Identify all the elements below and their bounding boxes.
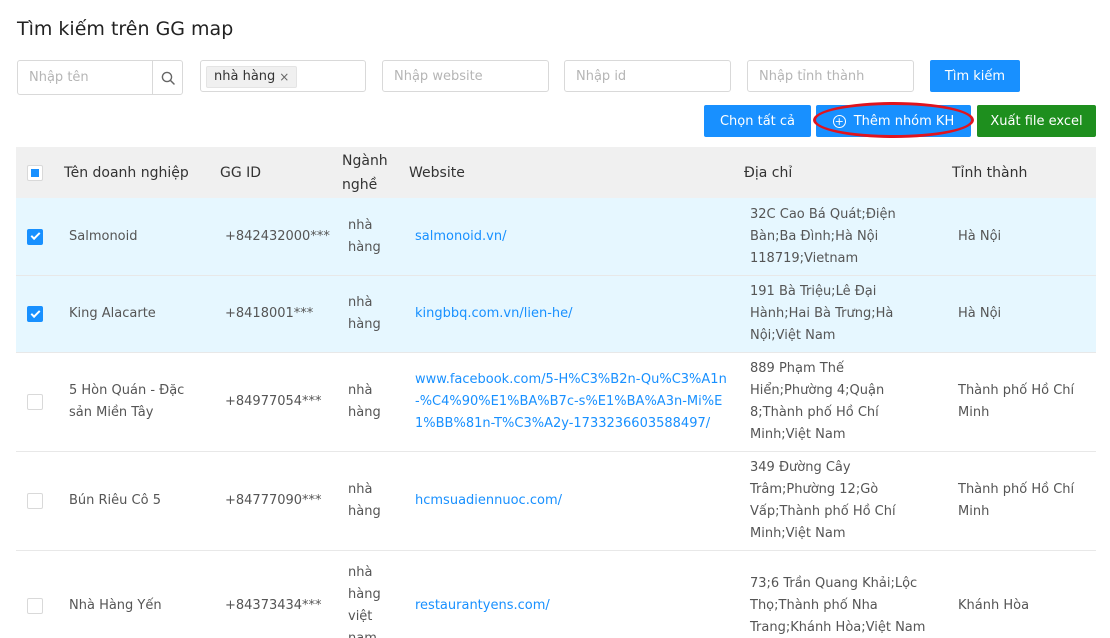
website-input[interactable] [382, 60, 549, 92]
cell-province: Thành phố Hồ Chí Minh [958, 383, 1075, 420]
cell-gg-id: +842432000*** [225, 228, 330, 244]
cell-website-link[interactable]: www.facebook.com/5-H%C3%B2n-Qu%C3%A1n-%C… [415, 353, 730, 451]
cell-address: 191 Bà Triệu;Lê Đại Hành;Hai Bà Trưng;Hà… [750, 284, 894, 343]
industry-select[interactable]: nhà hàng × [200, 60, 366, 92]
table-row[interactable]: 5 Hòn Quán - Đặc sản Miền Tây +84977054*… [16, 353, 1096, 452]
cell-name: Nhà Hàng Yến [69, 598, 162, 613]
table-row[interactable]: King Alacarte +8418001*** nhà hàng kingb… [16, 276, 1096, 353]
row-checkbox[interactable] [27, 228, 43, 245]
cell-gg-id: +8418001*** [225, 306, 314, 321]
table-header: Tên doanh nghiệp GG ID Ngành nghề Websit… [16, 147, 1096, 198]
header-industry: Ngành nghề [342, 152, 388, 193]
cell-gg-id: +84977054*** [225, 394, 322, 409]
table-row[interactable]: Bún Riêu Cô 5 +84777090*** nhà hàng hcms… [16, 452, 1096, 551]
header-province: Tỉnh thành [952, 164, 1028, 181]
close-icon[interactable]: × [279, 70, 289, 84]
cell-website-link[interactable]: kingbbq.com.vn/lien-he/ [415, 276, 730, 352]
cell-industry: nhà hàng [348, 217, 381, 255]
table-row[interactable]: Nhà Hàng Yến +84373434*** nhà hàng việt … [16, 551, 1096, 638]
cell-website-link[interactable]: hcmsuadiennuoc.com/ [415, 452, 730, 550]
name-input[interactable] [18, 61, 152, 94]
id-input[interactable] [564, 60, 731, 92]
cell-province: Thành phố Hồ Chí Minh [958, 482, 1075, 519]
export-excel-button[interactable]: Xuất file excel [977, 105, 1096, 137]
row-checkbox[interactable] [27, 598, 43, 614]
search-icon [161, 71, 175, 85]
add-customer-group-button[interactable]: + Thêm nhóm KH [816, 105, 971, 137]
province-input[interactable] [747, 60, 914, 92]
cell-name: King Alacarte [69, 306, 156, 321]
search-button[interactable]: Tìm kiếm [930, 60, 1020, 92]
page-title: Tìm kiếm trên GG map [17, 18, 234, 40]
cell-name: 5 Hòn Quán - Đặc sản Miền Tây [69, 383, 185, 420]
cell-address: 349 Đường Cây Trâm;Phường 12;Gò Vấp;Thàn… [750, 460, 896, 541]
cell-industry: nhà hàng [348, 383, 381, 420]
cell-province: Hà Nội [958, 306, 1002, 321]
cell-industry: nhà hàng [348, 482, 381, 519]
select-all-checkbox[interactable] [27, 164, 43, 181]
row-checkbox-cell [27, 353, 43, 451]
row-checkbox-cell [27, 276, 43, 352]
cell-website-link[interactable]: restaurantyens.com/ [415, 551, 730, 638]
table-row[interactable]: Salmonoid +842432000*** nhà hàng salmono… [16, 198, 1096, 276]
cell-gg-id: +84777090*** [225, 493, 322, 508]
cell-industry: nhà hàng việt nam [348, 565, 381, 638]
header-gg-id: GG ID [220, 164, 262, 181]
cell-address: 889 Phạm Thế Hiển;Phường 4;Quận 8;Thành … [750, 361, 885, 442]
add-group-label: Thêm nhóm KH [853, 113, 955, 129]
row-checkbox[interactable] [27, 394, 43, 410]
plus-circle-icon: + [832, 114, 846, 128]
row-checkbox[interactable] [27, 306, 43, 322]
row-checkbox-cell [27, 551, 43, 638]
cell-address: 73;6 Trần Quang Khải;Lộc Thọ;Thành phố N… [750, 576, 926, 635]
select-all-button[interactable]: Chọn tất cả [704, 105, 811, 137]
industry-tag: nhà hàng × [206, 65, 298, 88]
row-checkbox-cell [27, 452, 43, 550]
cell-gg-id: +84373434*** [225, 598, 322, 613]
search-icon-button[interactable] [152, 61, 182, 94]
cell-name: Bún Riêu Cô 5 [69, 493, 161, 508]
results-table: Tên doanh nghiệp GG ID Ngành nghề Websit… [16, 147, 1096, 638]
cell-address: 32C Cao Bá Quát;Điện Bàn;Ba Đình;Hà Nội … [750, 206, 896, 266]
industry-tag-label: nhà hàng [214, 69, 276, 84]
header-checkbox-cell [27, 147, 43, 198]
cell-province: Hà Nội [958, 228, 1002, 244]
cell-industry: nhà hàng [348, 295, 381, 332]
header-name: Tên doanh nghiệp [64, 164, 189, 181]
row-checkbox[interactable] [27, 493, 43, 509]
cell-province: Khánh Hòa [958, 598, 1030, 613]
header-address: Địa chỉ [744, 164, 793, 181]
row-checkbox-cell [27, 198, 43, 275]
header-website: Website [409, 164, 465, 181]
name-search-group [17, 60, 183, 95]
cell-name: Salmonoid [69, 228, 138, 244]
cell-website-link[interactable]: salmonoid.vn/ [415, 198, 730, 275]
